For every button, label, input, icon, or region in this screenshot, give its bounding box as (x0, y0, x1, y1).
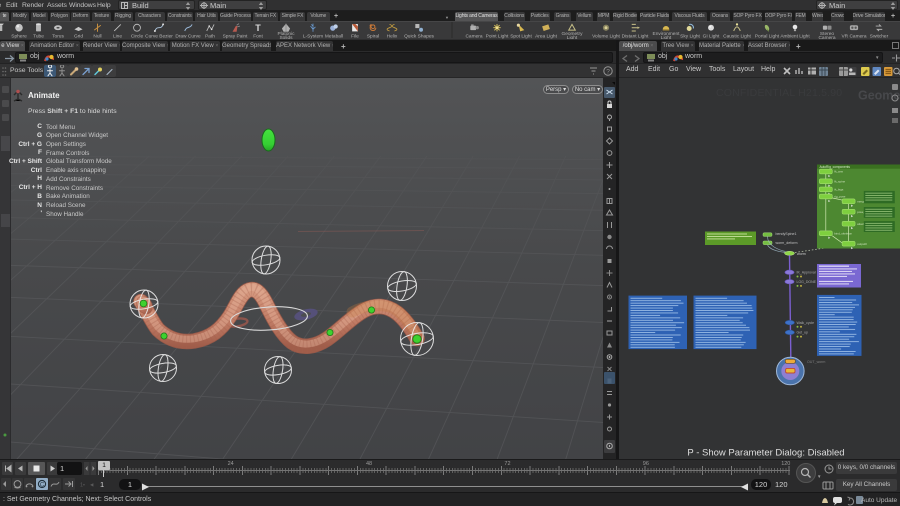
svg-text:Path: Path (205, 34, 215, 40)
svg-text:Tube: Tube (33, 34, 44, 40)
svg-text:x: x (0, 35, 1, 40)
svg-text:output0: output0 (857, 242, 867, 246)
svg-text:L-System: L-System (303, 34, 323, 40)
svg-text:Distant Light: Distant Light (622, 34, 649, 40)
svg-text:ik_legs: ik_legs (834, 188, 844, 192)
svg-text:Camera: Camera (465, 34, 482, 40)
svg-text:worm: worm (797, 252, 806, 256)
svg-text:Spiral: Spiral (367, 34, 379, 40)
svg-text:Light: Light (567, 35, 578, 39)
svg-text:Sphere: Sphere (11, 34, 27, 40)
svg-text:Spot Light: Spot Light (510, 34, 532, 40)
svg-text:C: C (40, 482, 45, 488)
svg-text:1•: 1• (80, 483, 85, 489)
svg-text:Torus: Torus (52, 34, 64, 40)
svg-text:LOG_DONE: LOG_DONE (797, 280, 817, 284)
svg-text:Ambient Light: Ambient Light (780, 34, 810, 40)
svg-text:Area Light: Area Light (535, 34, 558, 40)
svg-text:bind_skeleton: bind_skeleton (834, 232, 852, 236)
svg-text:T: T (255, 23, 261, 33)
svg-text:P - Show Parameter Dialog: Dis: P - Show Parameter Dialog: Disabled (687, 448, 844, 459)
svg-text:VR Camera: VR Camera (841, 34, 866, 40)
svg-text:Portal Light: Portal Light (755, 34, 780, 40)
svg-text:Circle: Circle (131, 34, 144, 40)
svg-text:OUT_worm: OUT_worm (807, 360, 825, 364)
svg-text:fk_spine: fk_spine (834, 180, 845, 184)
svg-text:worm_deform: worm_deform (776, 241, 798, 245)
svg-text:Walk_cycle: Walk_cycle (797, 321, 815, 325)
svg-text:Quick Shapes: Quick Shapes (404, 34, 434, 40)
svg-text:Spray Paint: Spray Paint (223, 34, 248, 40)
svg-text:?: ? (606, 68, 610, 75)
svg-text:Volume Light: Volume Light (592, 34, 620, 40)
svg-text:Draw Curve: Draw Curve (175, 34, 201, 40)
svg-text:Helix: Helix (387, 34, 398, 40)
svg-text:File: File (351, 34, 359, 40)
svg-text:Caustic Light: Caustic Light (723, 34, 751, 40)
svg-text:Metaball: Metaball (325, 34, 343, 40)
svg-text:Sky Light: Sky Light (680, 34, 700, 40)
svg-text:GI Light: GI Light (703, 34, 720, 40)
svg-text:Camera: Camera (818, 35, 835, 39)
svg-text:Solids: Solids (279, 35, 293, 39)
svg-text:◄: ◄ (89, 483, 94, 489)
svg-text:Line: Line (113, 34, 122, 40)
svg-text:IK_Approval: IK_Approval (797, 271, 816, 275)
svg-text:Point Light: Point Light (486, 34, 509, 40)
svg-text:AutoRig_components: AutoRig_components (820, 165, 851, 169)
svg-text:Null: Null (93, 34, 101, 40)
svg-text:Font: Font (253, 34, 263, 40)
svg-text:Get_up: Get_up (797, 331, 809, 335)
svg-text:bendySpine1: bendySpine1 (776, 232, 797, 236)
svg-text:Light: Light (661, 35, 672, 39)
svg-text:Switcher: Switcher (870, 34, 889, 40)
svg-text:Curve Bezier: Curve Bezier (145, 34, 173, 40)
svg-text:rig_pose: rig_pose (834, 195, 845, 199)
svg-text:CONFIDENTIAL H21.5.90: CONFIDENTIAL H21.5.90 (716, 87, 842, 99)
svg-text:Grid: Grid (74, 34, 83, 40)
svg-text:fk_arm: fk_arm (834, 170, 843, 174)
